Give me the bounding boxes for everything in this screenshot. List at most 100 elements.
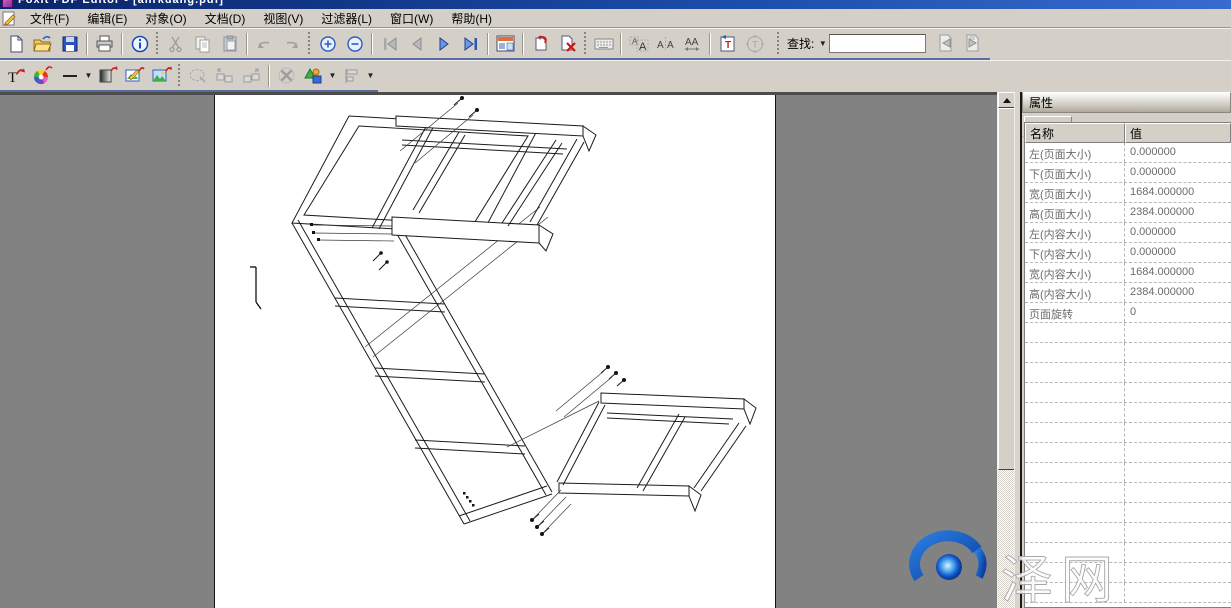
document-info-button[interactable] (126, 31, 153, 57)
property-row[interactable]: 宽(内容大小) 1684.000000 (1025, 263, 1231, 283)
svg-text:T: T (752, 40, 758, 51)
find-dropdown-caret[interactable]: ▼ (816, 35, 829, 52)
empty-row (1025, 343, 1231, 363)
text-cursor (250, 267, 261, 309)
property-grid: 名称 值 左(页面大小) 0.000000 下(页面大小) 0.000000 宽… (1024, 122, 1231, 608)
scissors-icon (167, 35, 185, 53)
menu-filter[interactable]: 过滤器(L) (312, 8, 381, 29)
menu-view[interactable]: 视图(V) (254, 8, 312, 29)
last-page-button[interactable] (457, 31, 484, 57)
empty-row (1025, 563, 1231, 583)
menu-object[interactable]: 对象(O) (136, 8, 195, 29)
menu-file[interactable]: 文件(F) (21, 8, 78, 29)
copy-button[interactable] (189, 31, 216, 57)
horizontal-scale-button[interactable]: AA (679, 31, 706, 57)
separator (620, 33, 622, 55)
insert-shape-dropdown[interactable]: ▼ (327, 65, 338, 87)
group-objects-button[interactable] (211, 63, 238, 89)
align-objects-button[interactable] (338, 63, 365, 89)
delete-object-icon (277, 67, 296, 84)
find-input[interactable] (829, 34, 926, 53)
save-floppy-icon (61, 35, 79, 53)
window-title: Foxit PDF Editor - [anrkuang.pdf] (18, 0, 224, 6)
property-row[interactable]: 高(页面大小) 2384.000000 (1025, 203, 1231, 223)
add-text-button[interactable]: T (2, 63, 29, 89)
property-grid-header: 名称 值 (1025, 123, 1231, 143)
cut-button[interactable] (162, 31, 189, 57)
char-spacing-button[interactable]: AA (652, 31, 679, 57)
align-objects-dropdown[interactable]: ▼ (365, 65, 376, 87)
rotate-page-button[interactable] (527, 31, 554, 57)
text-circle-button[interactable]: T (741, 31, 768, 57)
zoom-in-button[interactable] (314, 31, 341, 57)
menu-help[interactable]: 帮助(H) (442, 8, 501, 29)
document-canvas[interactable] (0, 92, 997, 608)
virtual-keyboard-button[interactable] (590, 31, 617, 57)
property-row[interactable]: 高(内容大小) 2384.000000 (1025, 283, 1231, 303)
property-row[interactable]: 下(内容大小) 0.000000 (1025, 243, 1231, 263)
copy-pages-icon (194, 35, 212, 53)
bolt-group-left (310, 223, 389, 270)
replace-image-button[interactable] (148, 63, 175, 89)
document-menu-icon[interactable] (2, 11, 17, 26)
empty-row (1025, 523, 1231, 543)
delete-object-button[interactable] (273, 63, 300, 89)
pdf-page[interactable] (214, 95, 776, 608)
line-style-dropdown[interactable]: ▼ (83, 65, 94, 87)
svg-text:AA: AA (685, 37, 699, 48)
menu-document[interactable]: 文档(D) (196, 8, 255, 29)
svg-text:A: A (657, 40, 664, 51)
shapes-icon (304, 67, 324, 85)
property-row[interactable]: 页面旋转 0 (1025, 303, 1231, 323)
undo-arrow-icon (255, 36, 274, 52)
next-page-button[interactable] (430, 31, 457, 57)
property-row[interactable]: 下(页面大小) 0.000000 (1025, 163, 1231, 183)
last-page-icon (462, 37, 480, 51)
property-row[interactable]: 宽(页面大小) 1684.000000 (1025, 183, 1231, 203)
find-next-button[interactable] (959, 31, 986, 57)
empty-row (1025, 423, 1231, 443)
properties-panel: 属性 Page 名称 值 左(页面大小) 0.000000 下(页面大小) 0.… (1022, 92, 1231, 608)
gradient-fill-button[interactable] (94, 63, 121, 89)
empty-row (1025, 383, 1231, 403)
redo-button[interactable] (278, 31, 305, 57)
paste-button[interactable] (216, 31, 243, 57)
first-page-button[interactable] (376, 31, 403, 57)
separator (371, 33, 373, 55)
edit-image-icon (125, 66, 145, 85)
page-preview-button[interactable] (492, 31, 519, 57)
properties-panel-title: 属性 (1022, 92, 1231, 113)
zoom-out-button[interactable] (341, 31, 368, 57)
menu-window[interactable]: 窗口(W) (381, 8, 442, 29)
lasso-select-button[interactable] (184, 63, 211, 89)
delete-page-button[interactable] (554, 31, 581, 57)
property-row[interactable]: 左(页面大小) 0.000000 (1025, 143, 1231, 163)
text-circle-icon: T (746, 35, 764, 53)
vertical-scrollbar[interactable] (997, 92, 1014, 608)
add-color-button[interactable] (29, 63, 56, 89)
open-folder-icon (33, 35, 52, 53)
scrollbar-thumb[interactable] (998, 108, 1015, 470)
font-size-icon: A A (629, 35, 649, 52)
open-file-button[interactable] (29, 31, 56, 57)
undo-button[interactable] (251, 31, 278, 57)
column-header-name: 名称 (1025, 123, 1125, 143)
previous-page-icon (409, 37, 425, 51)
menu-edit[interactable]: 编辑(E) (78, 8, 136, 29)
empty-row (1025, 323, 1231, 343)
insert-shape-button[interactable] (300, 63, 327, 89)
print-button[interactable] (91, 31, 118, 57)
insert-text-button[interactable]: T (714, 31, 741, 57)
save-button[interactable] (56, 31, 83, 57)
find-previous-button[interactable] (932, 31, 959, 57)
line-style-button[interactable] (56, 63, 83, 89)
delete-page-icon (559, 35, 577, 53)
scrollbar-up-button[interactable] (998, 92, 1015, 108)
previous-page-button[interactable] (403, 31, 430, 57)
page-preview-icon (496, 35, 515, 52)
property-row[interactable]: 左(内容大小) 0.000000 (1025, 223, 1231, 243)
ungroup-objects-button[interactable] (238, 63, 265, 89)
new-document-button[interactable] (2, 31, 29, 57)
font-size-button[interactable]: A A (625, 31, 652, 57)
edit-image-button[interactable] (121, 63, 148, 89)
